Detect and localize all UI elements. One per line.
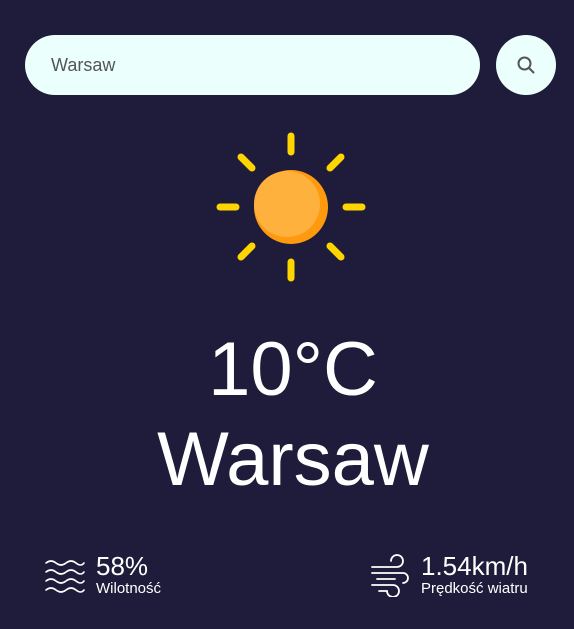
humidity-value: 58% (96, 551, 149, 581)
humidity-detail: 58% Wilotność (44, 552, 161, 598)
wind-speed-value: 1.54km/h (421, 551, 528, 581)
wind-icon (371, 554, 409, 597)
wind-detail: 1.54km/h Prędkość wiatru (369, 552, 528, 598)
humidity-waves-icon (45, 560, 85, 593)
sun-icon (216, 132, 366, 282)
city-name: Warsaw (157, 417, 429, 502)
search-button[interactable] (496, 35, 556, 95)
wind-speed-label: Prędkość wiatru (421, 580, 528, 597)
temperature: 10°C (208, 327, 378, 412)
weather-card: 10°C Warsaw 58% Wilotność (0, 0, 574, 629)
search-icon (517, 56, 535, 74)
city-search-input[interactable] (25, 35, 480, 95)
humidity-label: Wilotność (96, 580, 162, 597)
